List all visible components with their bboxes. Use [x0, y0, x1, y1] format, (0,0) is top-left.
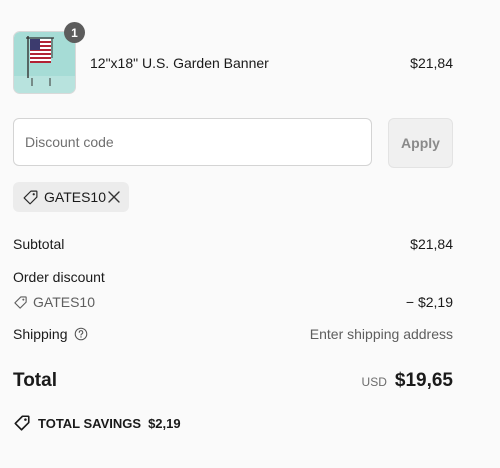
discount-code-name: GATES10 — [33, 294, 95, 310]
shipping-label: Shipping — [13, 326, 68, 342]
total-savings-amount: $2,19 — [148, 415, 181, 431]
total-amount-group: USD $19,65 — [362, 370, 453, 392]
shipping-row: Shipping Enter shipping address — [13, 324, 453, 344]
checkout-order-summary: 1 12"x18" U.S. Garden Banner $21,84 Appl… — [0, 0, 500, 468]
product-image — [13, 31, 76, 94]
total-row: Total USD $19,65 — [13, 367, 453, 395]
tag-icon — [13, 295, 28, 310]
total-label: Total — [13, 370, 57, 391]
currency-code: USD — [361, 375, 387, 389]
subtotal-value: $21,84 — [410, 236, 453, 252]
order-discount-label: Order discount — [13, 269, 105, 285]
order-discount-row: Order discount — [13, 267, 453, 287]
discount-code-line: GATES10 — [13, 294, 95, 310]
total-savings-label: TOTAL SAVINGS — [38, 415, 142, 431]
subtotal-row: Subtotal $21,84 — [13, 234, 453, 254]
subtotal-label: Subtotal — [13, 236, 65, 252]
product-thumbnail-wrapper: 1 — [13, 22, 85, 94]
total-savings: TOTAL SAVINGS $2,19 — [13, 414, 181, 432]
product-name: 12"x18" U.S. Garden Banner — [90, 54, 269, 71]
line-item: 1 12"x18" U.S. Garden Banner $21,84 — [13, 22, 453, 94]
quantity-badge: 1 — [64, 22, 85, 43]
close-icon[interactable] — [107, 190, 121, 204]
applied-discount-chip: GATES10 — [13, 182, 129, 212]
applied-discount-code: GATES10 — [44, 189, 106, 205]
question-circle-icon[interactable] — [74, 327, 88, 341]
product-price: $21,84 — [410, 54, 453, 71]
tag-icon — [22, 189, 39, 206]
shipping-label-group: Shipping — [13, 326, 88, 342]
discount-code-row: GATES10 − $2,19 — [13, 292, 453, 312]
apply-discount-button[interactable]: Apply — [388, 118, 453, 168]
tag-icon — [13, 414, 31, 432]
discount-code-input[interactable] — [13, 118, 372, 166]
discount-value: − $2,19 — [405, 294, 453, 310]
total-amount: $19,65 — [394, 370, 453, 391]
shipping-value: Enter shipping address — [309, 326, 453, 342]
